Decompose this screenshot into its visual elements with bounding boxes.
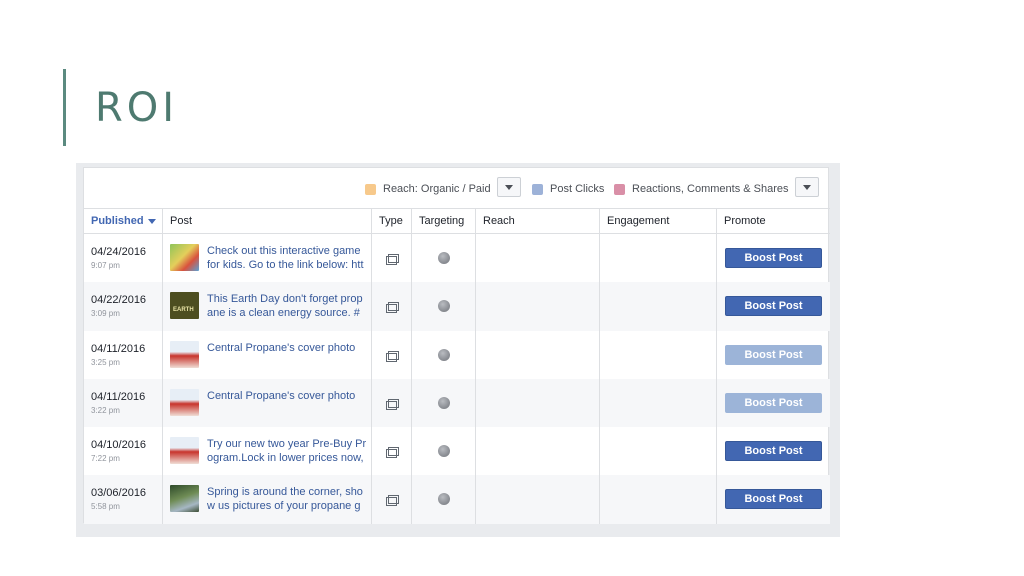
column-targeting[interactable]: Targeting <box>412 209 476 233</box>
published-time: 3:25 pm <box>91 357 120 367</box>
table-row: 04/10/2016 7:22 pm Try our new two year Pr… <box>84 427 830 476</box>
legend-post-clicks-label: Post Clicks <box>550 183 605 195</box>
legend-reactions: Reactions, Comments & Shares <box>614 182 789 196</box>
sort-caret-icon <box>147 218 156 224</box>
album-type-icon <box>386 302 399 314</box>
table-cell <box>476 475 600 524</box>
table-row: 04/11/2016 3:25 pm Central Propane's cover… <box>84 330 830 379</box>
table-row: 03/06/2016 5:58 pm Spring is around the co… <box>84 475 830 524</box>
boost-post-button[interactable]: Boost Post <box>725 489 822 510</box>
post-thumbnail[interactable] <box>170 485 199 513</box>
column-promote[interactable]: Promote <box>717 209 830 233</box>
table-cell <box>600 475 717 524</box>
column-published-label: Published <box>91 215 144 227</box>
legend-reactions-label: Reactions, Comments & Shares <box>632 183 789 195</box>
post-thumbnail[interactable] <box>170 437 199 465</box>
table-row: 04/22/2016 3:09 pm This Earth Day don't fo… <box>84 282 830 331</box>
legend-post-clicks: Post Clicks <box>532 182 604 196</box>
boost-post-button[interactable]: Boost Post <box>725 296 822 317</box>
post-link[interactable]: This Earth Day don't forget prop ane is … <box>207 292 367 320</box>
table-cell <box>84 330 163 379</box>
table-header: Published Post Type Targeting Reach Enga… <box>84 208 830 234</box>
table-cell <box>84 234 163 283</box>
table-cell <box>476 330 600 379</box>
post-thumbnail[interactable] <box>170 244 199 271</box>
published-time: 3:09 pm <box>91 309 120 319</box>
published-date: 04/10/2016 <box>91 439 147 452</box>
published-date: 04/24/2016 <box>91 246 147 258</box>
album-type-icon <box>386 254 399 265</box>
album-type-icon <box>386 398 399 410</box>
legend-post-clicks-swatch <box>532 183 543 195</box>
post-link[interactable]: Central Propane's cover photo <box>207 389 367 417</box>
boost-post-button[interactable]: Boost Post <box>725 248 822 268</box>
published-time: 9:07 pm <box>91 261 120 270</box>
slide-title: ROI <box>95 85 179 131</box>
column-published[interactable]: Published <box>84 209 163 233</box>
post-link[interactable]: Central Propane's cover photo <box>207 341 367 369</box>
album-type-icon <box>386 447 399 459</box>
posts-table-panel: Reach: Organic / Paid Post Clicks Reacti… <box>83 167 830 524</box>
published-time: 3:22 pm <box>91 405 120 415</box>
globe-icon <box>438 396 450 409</box>
table-cell <box>84 378 163 428</box>
published-date: 03/06/2016 <box>91 487 147 500</box>
globe-icon <box>438 252 450 264</box>
post-link[interactable]: Check out this interactive game for kids… <box>207 244 367 272</box>
metrics-legend: Reach: Organic / Paid Post Clicks Reacti… <box>84 168 830 208</box>
table-cell <box>476 427 600 476</box>
table-cell <box>476 234 600 283</box>
insights-screenshot: Reach: Organic / Paid Post Clicks Reacti… <box>76 163 840 537</box>
column-engagement[interactable]: Engagement <box>600 209 717 233</box>
published-date: 04/11/2016 <box>91 342 146 355</box>
album-type-icon <box>386 350 399 362</box>
boost-post-button[interactable]: Boost Post <box>725 392 822 413</box>
posts-table-body: 04/24/2016 9:07 pm Check out this interact… <box>84 234 830 524</box>
published-date: 04/11/2016 <box>91 390 146 403</box>
table-cell <box>84 282 163 331</box>
table-row: 04/11/2016 3:22 pm Central Propane's cover… <box>84 378 830 428</box>
legend-reactions-swatch <box>614 183 625 195</box>
table-row: 04/24/2016 9:07 pm Check out this interact… <box>84 234 830 283</box>
post-thumbnail[interactable] <box>170 388 199 416</box>
post-thumbnail[interactable] <box>170 292 199 320</box>
reach-dropdown-button[interactable] <box>497 177 521 197</box>
boost-post-button[interactable]: Boost Post <box>725 344 822 365</box>
globe-icon <box>438 348 450 361</box>
table-cell <box>476 282 600 331</box>
table-cell <box>600 427 717 476</box>
legend-reach-label: Reach: Organic / Paid <box>383 183 491 195</box>
table-cell <box>600 378 717 428</box>
published-time: 7:22 pm <box>91 454 120 464</box>
legend-reach-swatch <box>365 183 376 195</box>
column-post[interactable]: Post <box>163 209 372 233</box>
column-type[interactable]: Type <box>372 209 412 233</box>
table-cell <box>600 234 717 283</box>
title-accent-bar <box>63 69 66 146</box>
engagement-dropdown-button[interactable] <box>795 177 819 197</box>
table-cell <box>476 378 600 428</box>
published-time: 5:58 pm <box>91 502 120 512</box>
post-thumbnail[interactable] <box>170 340 199 368</box>
column-reach[interactable]: Reach <box>476 209 600 233</box>
table-cell <box>600 282 717 331</box>
table-cell <box>84 475 163 524</box>
album-type-icon <box>386 495 399 507</box>
published-date: 04/22/2016 <box>91 294 147 307</box>
legend-reach: Reach: Organic / Paid <box>365 182 491 196</box>
post-link[interactable]: Spring is around the corner, sho w us pi… <box>207 485 367 513</box>
table-cell <box>84 427 163 476</box>
boost-post-button[interactable]: Boost Post <box>725 441 822 462</box>
post-link[interactable]: Try our new two year Pre-Buy Pr ogram.Lo… <box>207 437 367 465</box>
table-cell <box>600 330 717 379</box>
